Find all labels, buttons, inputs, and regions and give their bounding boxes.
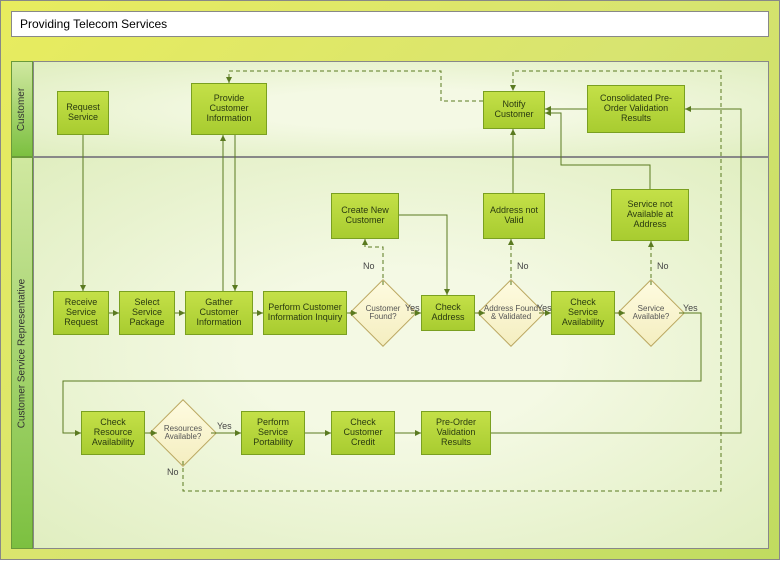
- edge-res-no: No: [167, 467, 179, 477]
- node-create-new: Create New Customer: [331, 193, 399, 239]
- edge-addr-no: No: [517, 261, 529, 271]
- label-svc-avail: Service Available?: [622, 305, 680, 322]
- node-check-res: Check Resource Availability: [81, 411, 145, 455]
- node-notify-customer: Notify Customer: [483, 91, 545, 129]
- node-provide-info: Provide Customer Information: [191, 83, 267, 135]
- edge-cust-found-no: No: [363, 261, 375, 271]
- node-cust-found: Customer Found?: [351, 281, 415, 345]
- node-request-service: Request Service: [57, 91, 109, 135]
- node-check-addr: Check Address: [421, 295, 475, 331]
- node-res-avail: Resources Available?: [151, 401, 215, 465]
- node-addr-not-valid: Address not Valid: [483, 193, 545, 239]
- node-check-svc: Check Service Availability: [551, 291, 615, 335]
- node-preorder: Pre-Order Validation Results: [421, 411, 491, 455]
- label-res-avail: Resources Available?: [154, 425, 212, 442]
- node-select-pkg: Select Service Package: [119, 291, 175, 335]
- lane-header-csr: Customer Service Representative: [11, 157, 33, 549]
- edge-res-yes: Yes: [217, 421, 232, 431]
- lane-header-customer: Customer: [11, 61, 33, 157]
- node-consolidated: Consolidated Pre-Order Validation Result…: [587, 85, 685, 133]
- node-perform-port: Perform Service Portability: [241, 411, 305, 455]
- node-check-credit: Check Customer Credit: [331, 411, 395, 455]
- edge-svc-no: No: [657, 261, 669, 271]
- edge-addr-yes: Yes: [537, 303, 552, 313]
- lane-label-csr: Customer Service Representative: [17, 278, 28, 428]
- lane-label-customer: Customer: [17, 87, 28, 130]
- label-cust-found: Customer Found?: [354, 305, 412, 322]
- node-svc-not-avail: Service not Available at Address: [611, 189, 689, 241]
- node-gather-info: Gather Customer Information: [185, 291, 253, 335]
- node-perform-inq: Perform Customer Information Inquiry: [263, 291, 347, 335]
- node-receive-req: Receive Service Request: [53, 291, 109, 335]
- node-svc-avail: Service Available?: [619, 281, 683, 345]
- node-addr-found: Address Found & Validated: [479, 281, 543, 345]
- edge-svc-yes: Yes: [683, 303, 698, 313]
- edge-cust-found-yes: Yes: [405, 303, 420, 313]
- swimlane-diagram: Providing Telecom Services Customer Cust…: [0, 0, 780, 560]
- page-title: Providing Telecom Services: [11, 11, 769, 37]
- label-addr-found: Address Found & Validated: [482, 305, 540, 322]
